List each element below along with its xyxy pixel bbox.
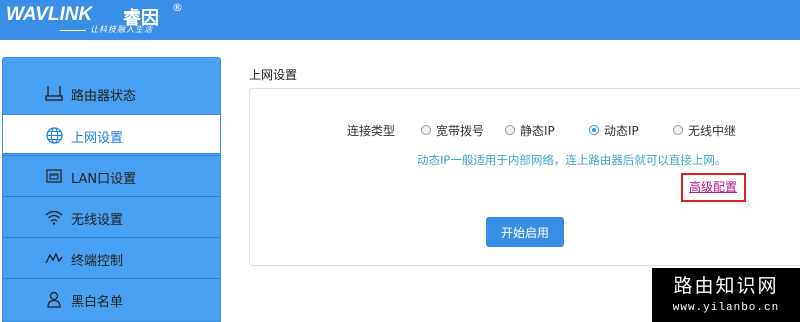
signal-chart-icon	[45, 249, 63, 267]
sidebar-item-label: 黑白名单	[71, 295, 124, 310]
sidebar-item-router-status[interactable]: 路由器状态	[3, 73, 220, 113]
logo-divider	[60, 30, 86, 31]
radio-label: 宽带拨号	[436, 123, 485, 138]
registered-mark: ®	[172, 1, 183, 14]
globe-icon	[45, 126, 63, 144]
wifi-icon	[45, 208, 63, 226]
router-icon	[45, 84, 63, 102]
watermark-url: www.yilanbo.cn	[672, 302, 780, 314]
radio-label: 动态IP	[604, 123, 639, 138]
top-header: WAVLINK 睿因 ® 让科技融入生活	[0, 0, 800, 40]
site-watermark: 路由知识网 www.yilanbo.cn	[652, 268, 800, 322]
radio-pppoe[interactable]: 宽带拨号	[421, 123, 485, 138]
radio-label: 无线中继	[688, 123, 737, 138]
sidebar-item-black-white-list[interactable]: 黑白名单	[3, 278, 220, 318]
radio-button[interactable]	[673, 125, 683, 135]
sidebar-item-label: LAN口设置	[71, 172, 137, 187]
radio-wireless-repeater[interactable]: 无线中继	[673, 123, 737, 138]
radio-button[interactable]	[421, 125, 431, 135]
radio-button-selected[interactable]	[589, 125, 599, 135]
sidebar-item-label: 上网设置	[71, 131, 124, 146]
radio-static-ip[interactable]: 静态IP	[505, 123, 555, 138]
watermark-title: 路由知识网	[673, 275, 779, 297]
radio-button[interactable]	[505, 125, 515, 135]
user-icon	[45, 290, 63, 308]
dynamic-ip-hint: 动态IP一般适用于内部网络，连上路由器后就可以直接上网。	[417, 153, 727, 167]
logo-slogan: 让科技融入生活	[90, 25, 153, 34]
sidebar-item-internet-settings[interactable]: 上网设置	[3, 114, 220, 154]
sidebar-item-label: 无线设置	[71, 213, 124, 228]
brand-logo: WAVLINK 睿因 ® 让科技融入生活	[6, 1, 206, 38]
advanced-config-link[interactable]: 高级配置	[689, 178, 737, 195]
sidebar-item-lan-settings[interactable]: LAN口设置	[3, 155, 220, 195]
sidebar-item-label: 终端控制	[71, 254, 124, 269]
radio-dynamic-ip[interactable]: 动态IP	[589, 123, 639, 138]
sidebar-item-wireless-settings[interactable]: 无线设置	[3, 196, 220, 236]
sidebar-item-terminal-control[interactable]: 终端控制	[3, 237, 220, 277]
start-enable-button[interactable]: 开始启用	[486, 217, 564, 247]
connection-type-label: 连接类型	[347, 124, 396, 138]
sidebar-nav: 路由器状态 上网设置 LAN口设置 无线设置 终端控制 黑白名单	[2, 57, 221, 322]
lan-port-icon	[45, 167, 63, 185]
page-title: 上网设置	[249, 68, 298, 82]
sidebar-item-label: 路由器状态	[71, 89, 137, 104]
radio-label: 静态IP	[520, 123, 555, 138]
logo-wordmark: WAVLINK	[6, 4, 93, 25]
